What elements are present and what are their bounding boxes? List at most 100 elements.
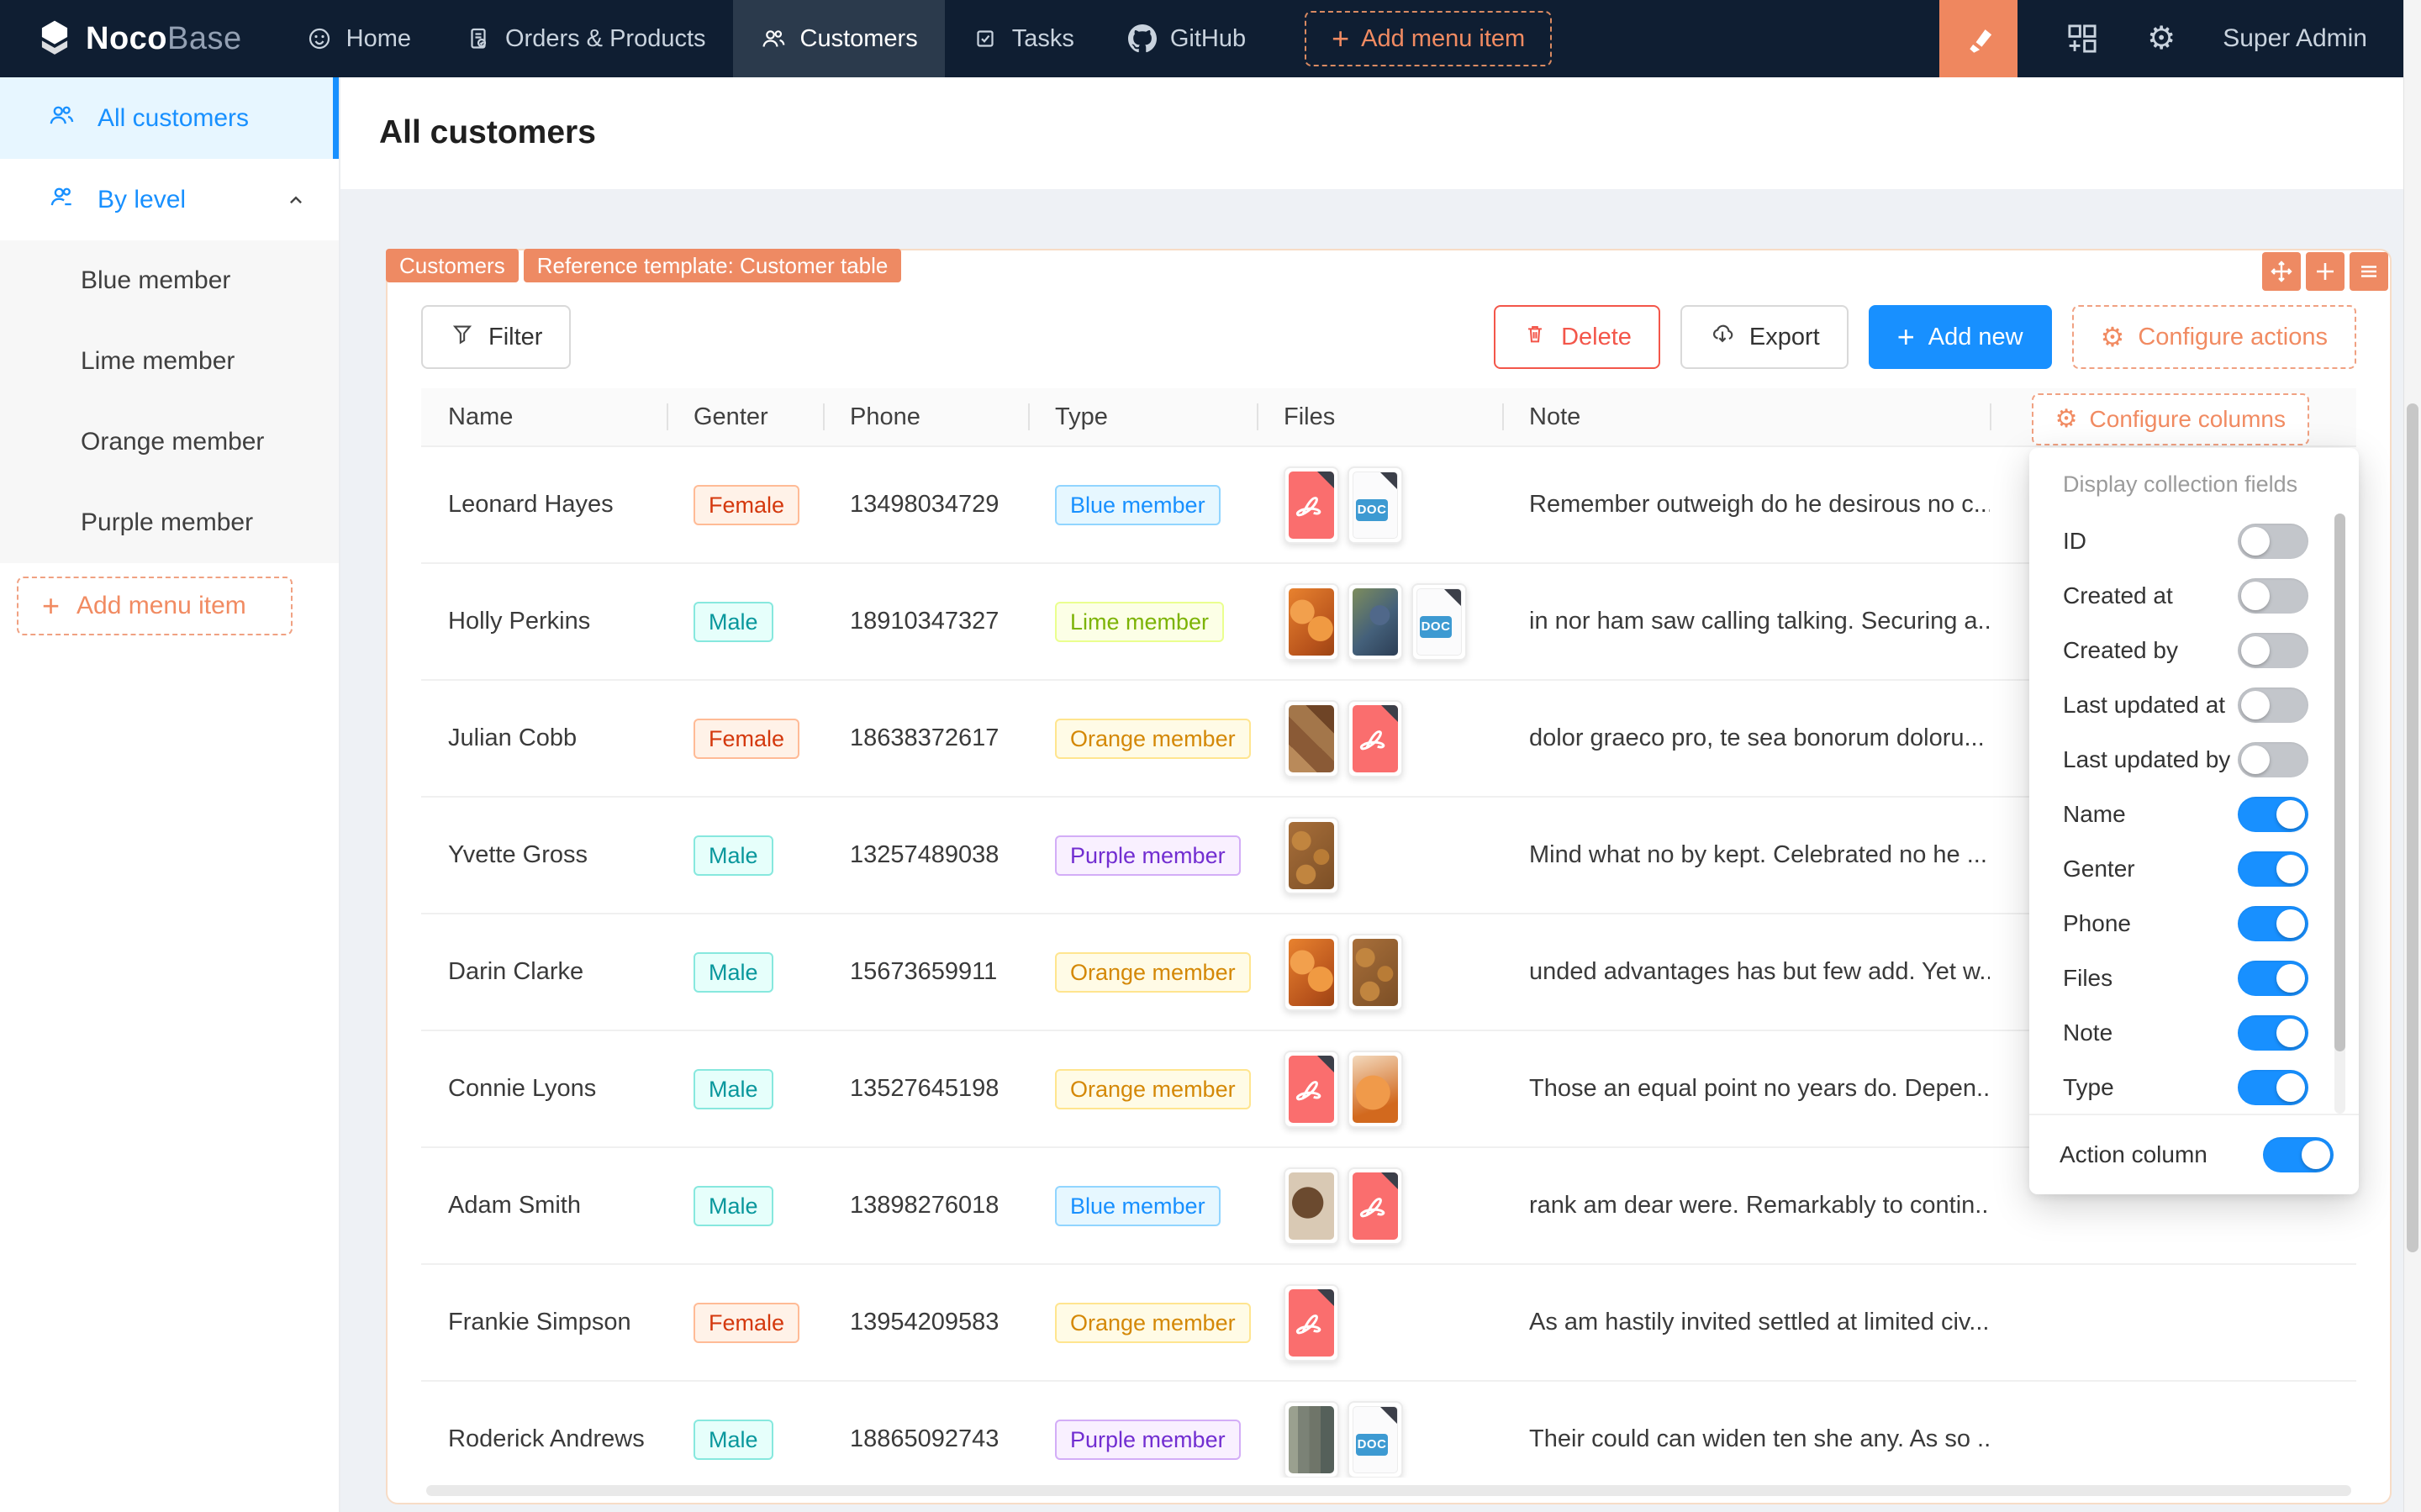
plugin-manager-button[interactable] xyxy=(2065,21,2100,56)
nav-item-label: GitHub xyxy=(1170,25,1246,53)
nav-item-tasks[interactable]: Tasks xyxy=(945,0,1101,77)
files-cell xyxy=(1257,700,1502,777)
toggle-switch[interactable] xyxy=(2238,742,2308,777)
files-cell xyxy=(1257,1167,1502,1245)
ui-editor-button[interactable] xyxy=(1939,0,2018,77)
image-thumbnail[interactable] xyxy=(1284,700,1339,777)
member-type-cell: Purple member xyxy=(1028,1420,1257,1460)
navbar-add-menu-item-button[interactable]: + Add menu item xyxy=(1305,11,1552,66)
action-column-row[interactable]: Action column xyxy=(2029,1114,2359,1194)
field-toggle-row-created-at[interactable]: Created at xyxy=(2029,568,2332,623)
sidebar-add-menu-item-button[interactable]: + Add menu item xyxy=(17,577,293,635)
toggle-switch[interactable] xyxy=(2238,633,2308,668)
gender-cell: Male xyxy=(667,602,823,642)
member-type-cell: Orange member xyxy=(1028,1069,1257,1109)
folded-corner xyxy=(1381,1172,1398,1189)
member-type-tag: Lime member xyxy=(1055,602,1224,642)
toggle-switch[interactable] xyxy=(2238,688,2308,723)
image-thumbnail[interactable] xyxy=(1348,1051,1403,1128)
dropdown-scrollbar[interactable] xyxy=(2334,514,2345,1114)
toggle-switch[interactable] xyxy=(2238,578,2308,614)
gender-cell: Male xyxy=(667,1186,823,1226)
image-thumbnail[interactable] xyxy=(1348,934,1403,1011)
export-button[interactable]: Export xyxy=(1680,305,1849,369)
field-toggle-row-created-by[interactable]: Created by xyxy=(2029,623,2332,677)
folded-corner xyxy=(1380,472,1397,489)
pdf-file-icon[interactable] xyxy=(1348,700,1403,777)
nocobase-logo[interactable]: NocoBase xyxy=(0,18,242,61)
phone-number: 13257489038 xyxy=(823,841,1028,869)
field-toggle-row-name[interactable]: Name xyxy=(2029,787,2332,841)
field-label: Genter xyxy=(2063,856,2135,882)
page-scrollbar-thumb[interactable] xyxy=(2407,403,2418,1252)
sidebar-item-all-customers[interactable]: All customers xyxy=(0,77,339,159)
photo-tile xyxy=(1289,822,1334,889)
delete-button[interactable]: Delete xyxy=(1494,305,1660,369)
add-menu-item-label: Add menu item xyxy=(1361,25,1525,53)
pdf-file-icon[interactable] xyxy=(1284,1284,1339,1362)
toggle-switch[interactable] xyxy=(2238,1015,2308,1051)
image-thumbnail[interactable] xyxy=(1284,1167,1339,1245)
field-toggle-row-type[interactable]: Type xyxy=(2029,1060,2332,1114)
nav-item-customers[interactable]: Customers xyxy=(733,0,945,77)
filter-button[interactable]: Filter xyxy=(421,305,571,369)
table-row[interactable]: Frankie SimpsonFemale13954209583Orange m… xyxy=(421,1265,2356,1382)
gear-icon: ⚙ xyxy=(2147,23,2176,55)
block-menu-icon[interactable] xyxy=(2350,252,2388,291)
gender-tag: Female xyxy=(694,1303,799,1343)
logo-text-base: Base xyxy=(167,21,242,56)
image-thumbnail[interactable] xyxy=(1284,817,1339,894)
pdf-file-icon[interactable] xyxy=(1284,1051,1339,1128)
sidebar-item-lime-member[interactable]: Lime member xyxy=(0,321,339,402)
page-scrollbar[interactable] xyxy=(2403,0,2421,1512)
note-text: Their could can widen ten she any. As so… xyxy=(1502,1425,1990,1453)
image-thumbnail[interactable] xyxy=(1284,583,1339,661)
doc-file-icon[interactable]: DOC xyxy=(1411,583,1467,661)
logo-cube-icon xyxy=(35,18,74,61)
gear-icon: ⚙ xyxy=(2101,324,2125,350)
sidebar-item-orange-member[interactable]: Orange member xyxy=(0,402,339,482)
field-toggle-row-files[interactable]: Files xyxy=(2029,951,2332,1005)
nav-item-github[interactable]: GitHub xyxy=(1101,0,1273,77)
pdf-tile xyxy=(1289,1289,1334,1357)
add-new-button[interactable]: + Add new xyxy=(1869,305,2052,369)
image-thumbnail[interactable] xyxy=(1284,1401,1339,1478)
nav-item-orders-products[interactable]: Orders & Products xyxy=(438,0,733,77)
sidebar-group-by-level[interactable]: By level xyxy=(0,159,339,240)
field-toggle-row-last-updated-by[interactable]: Last updated by xyxy=(2029,732,2332,787)
toggle-switch[interactable] xyxy=(2238,961,2308,996)
table-row[interactable]: Roderick AndrewsMale18865092743Purple me… xyxy=(421,1382,2356,1478)
configure-actions-button[interactable]: ⚙ Configure actions xyxy=(2072,305,2356,369)
toggle-switch[interactable] xyxy=(2238,524,2308,559)
doc-file-icon[interactable]: DOC xyxy=(1348,1401,1403,1478)
files-cell xyxy=(1257,1051,1502,1128)
doc-file-icon[interactable]: DOC xyxy=(1348,466,1403,544)
toggle-switch[interactable] xyxy=(2238,851,2308,887)
pdf-file-icon[interactable] xyxy=(1348,1167,1403,1245)
action-column-toggle[interactable] xyxy=(2263,1137,2334,1172)
pdf-file-icon[interactable] xyxy=(1284,466,1339,544)
settings-gear-button[interactable]: ⚙ xyxy=(2147,23,2176,55)
image-thumbnail[interactable] xyxy=(1284,934,1339,1011)
image-thumbnail[interactable] xyxy=(1348,583,1403,661)
field-toggle-row-id[interactable]: ID xyxy=(2029,514,2332,568)
field-toggle-row-genter[interactable]: Genter xyxy=(2029,841,2332,896)
user-menu[interactable]: Super Admin xyxy=(2223,24,2367,53)
field-toggle-row-phone[interactable]: Phone xyxy=(2029,896,2332,951)
gender-tag: Male xyxy=(694,1420,773,1460)
configure-columns-button[interactable]: ⚙ Configure columns xyxy=(2032,393,2309,445)
field-toggle-row-note[interactable]: Note xyxy=(2029,1005,2332,1060)
toggle-switch[interactable] xyxy=(2238,1070,2308,1105)
sidebar-item-purple-member[interactable]: Purple member xyxy=(0,482,339,563)
gender-tag: Male xyxy=(694,952,773,993)
toggle-switch[interactable] xyxy=(2238,797,2308,832)
drag-handle-icon[interactable] xyxy=(2262,252,2301,291)
sidebar-item-blue-member[interactable]: Blue member xyxy=(0,240,339,321)
note-text: Those an equal point no years do. Depen.… xyxy=(1502,1075,1990,1103)
horizontal-scrollbar[interactable] xyxy=(426,1485,2351,1496)
field-toggle-row-last-updated-at[interactable]: Last updated at xyxy=(2029,677,2332,732)
toggle-switch[interactable] xyxy=(2238,906,2308,941)
add-block-icon[interactable] xyxy=(2306,252,2345,291)
nav-item-home[interactable]: Home xyxy=(279,0,438,77)
dropdown-scrollbar-thumb[interactable] xyxy=(2334,514,2345,1051)
